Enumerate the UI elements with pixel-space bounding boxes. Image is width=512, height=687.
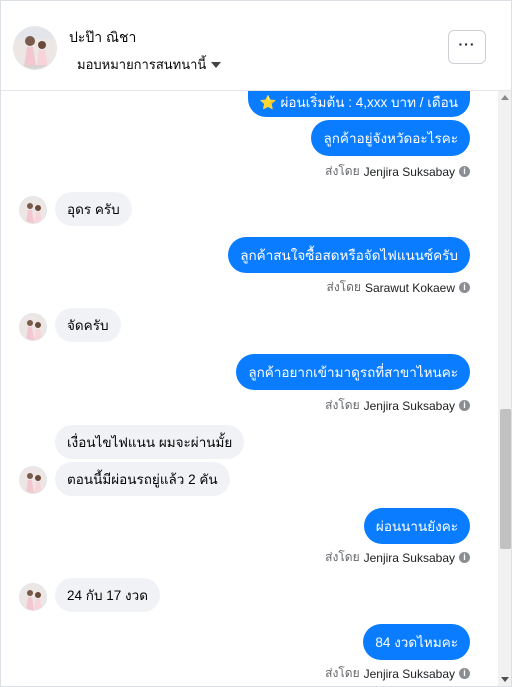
sent-by-agent: Jenjira Suksabay bbox=[363, 550, 455, 565]
contact-avatar-small bbox=[19, 583, 47, 611]
message-text: 84 งวดไหมคะ bbox=[375, 635, 458, 650]
sent-by-prefix: ส่งโดย bbox=[325, 550, 360, 564]
scrollbar-thumb[interactable] bbox=[500, 409, 511, 549]
sent-by-agent: Jenjira Suksabay bbox=[363, 666, 455, 681]
outgoing-message[interactable]: ลูกค้าอยากเข้ามาดูรถที่สาขาไหนคะ bbox=[236, 354, 470, 390]
info-icon[interactable]: i bbox=[459, 552, 470, 563]
incoming-message[interactable]: เงื่อนไขไฟแนน ผมจะผ่านมั้ย bbox=[55, 425, 245, 459]
scroll-up-arrow-icon[interactable] bbox=[501, 95, 509, 100]
incoming-message[interactable]: อุดร ครับ bbox=[55, 192, 132, 226]
scroll-down-arrow-icon[interactable] bbox=[501, 677, 509, 682]
message-text: ลูกค้าอยากเข้ามาดูรถที่สาขาไหนคะ bbox=[248, 365, 458, 380]
sent-by-agent: Jenjira Suksabay bbox=[363, 398, 455, 413]
info-icon[interactable]: i bbox=[459, 166, 470, 177]
sent-by-label: ส่งโดย Jenjira Suksabay i bbox=[325, 396, 470, 415]
chat-window: ปะป๊า ณิชา มอบหมายการสนทนานี้ ··· ⭐ ผ่อน… bbox=[0, 0, 512, 687]
message-text: ลูกค้าสนใจซื้อสดหรือจัดไฟแนนซ์ครับ bbox=[240, 248, 458, 263]
sent-by-label: ส่งโดย Jenjira Suksabay i bbox=[325, 162, 470, 181]
assign-conversation-label: มอบหมายการสนทนานี้ bbox=[77, 57, 207, 72]
incoming-message[interactable]: ตอนนี้มีผ่อนรถยู่แล้ว 2 คัน bbox=[55, 462, 230, 496]
sent-by-prefix: ส่งโดย bbox=[325, 398, 360, 412]
message-text: 24 กับ 17 งวด bbox=[67, 588, 148, 603]
message-text: เงื่อนไขไฟแนน ผมจะผ่านมั้ย bbox=[67, 435, 233, 450]
message-text: จัดครับ bbox=[67, 318, 109, 333]
incoming-message[interactable]: จัดครับ bbox=[55, 308, 121, 342]
outgoing-message[interactable]: ลูกค้าอยู่จังหวัดอะไรคะ bbox=[311, 120, 470, 156]
outgoing-message[interactable]: ⭐ ผ่อนเริ่มต้น : 4,xxx บาท / เดือน bbox=[247, 91, 470, 117]
outgoing-message[interactable]: ผ่อนนานยังคะ bbox=[363, 508, 470, 544]
sent-by-label: ส่งโดย Sarawut Kokaew i bbox=[326, 278, 470, 297]
outgoing-message[interactable]: ลูกค้าสนใจซื้อสดหรือจัดไฟแนนซ์ครับ bbox=[228, 237, 470, 273]
info-icon[interactable]: i bbox=[459, 282, 470, 293]
outgoing-message[interactable]: 84 งวดไหมคะ bbox=[363, 624, 470, 660]
message-text: ⭐ ผ่อนเริ่มต้น : 4,xxx บาท / เดือน bbox=[259, 95, 458, 110]
assign-conversation-dropdown[interactable]: มอบหมายการสนทนานี้ bbox=[77, 54, 222, 75]
message-text: อุดร ครับ bbox=[67, 202, 120, 217]
message-list: ⭐ ผ่อนเริ่มต้น : 4,xxx บาท / เดือน ลูกค้… bbox=[1, 91, 498, 686]
conversation-header: ปะป๊า ณิชา มอบหมายการสนทนานี้ ··· bbox=[1, 1, 511, 91]
sent-by-label: ส่งโดย Jenjira Suksabay i bbox=[325, 548, 470, 567]
info-icon[interactable]: i bbox=[459, 668, 470, 679]
sent-by-prefix: ส่งโดย bbox=[325, 164, 360, 178]
scrollbar-track[interactable] bbox=[498, 91, 511, 686]
contact-avatar-small bbox=[19, 196, 47, 224]
contact-name: ปะป๊า ณิชา bbox=[69, 29, 137, 45]
caret-down-icon bbox=[211, 62, 222, 68]
sent-by-prefix: ส่งโดย bbox=[325, 666, 360, 680]
sent-by-agent: Sarawut Kokaew bbox=[364, 280, 455, 295]
more-dots-icon: ··· bbox=[458, 36, 476, 52]
contact-avatar-small bbox=[19, 466, 47, 494]
contact-avatar-small bbox=[19, 313, 47, 341]
sent-by-prefix: ส่งโดย bbox=[326, 280, 361, 294]
more-options-button[interactable]: ··· bbox=[448, 30, 486, 64]
message-text: ลูกค้าอยู่จังหวัดอะไรคะ bbox=[323, 131, 458, 146]
message-text: ผ่อนนานยังคะ bbox=[375, 519, 458, 534]
incoming-message[interactable]: 24 กับ 17 งวด bbox=[55, 578, 160, 612]
sent-by-label: ส่งโดย Jenjira Suksabay i bbox=[325, 664, 470, 683]
sent-by-agent: Jenjira Suksabay bbox=[363, 164, 455, 179]
message-text: ตอนนี้มีผ่อนรถยู่แล้ว 2 คัน bbox=[67, 472, 218, 487]
info-icon[interactable]: i bbox=[459, 400, 470, 411]
contact-avatar[interactable] bbox=[13, 26, 57, 70]
